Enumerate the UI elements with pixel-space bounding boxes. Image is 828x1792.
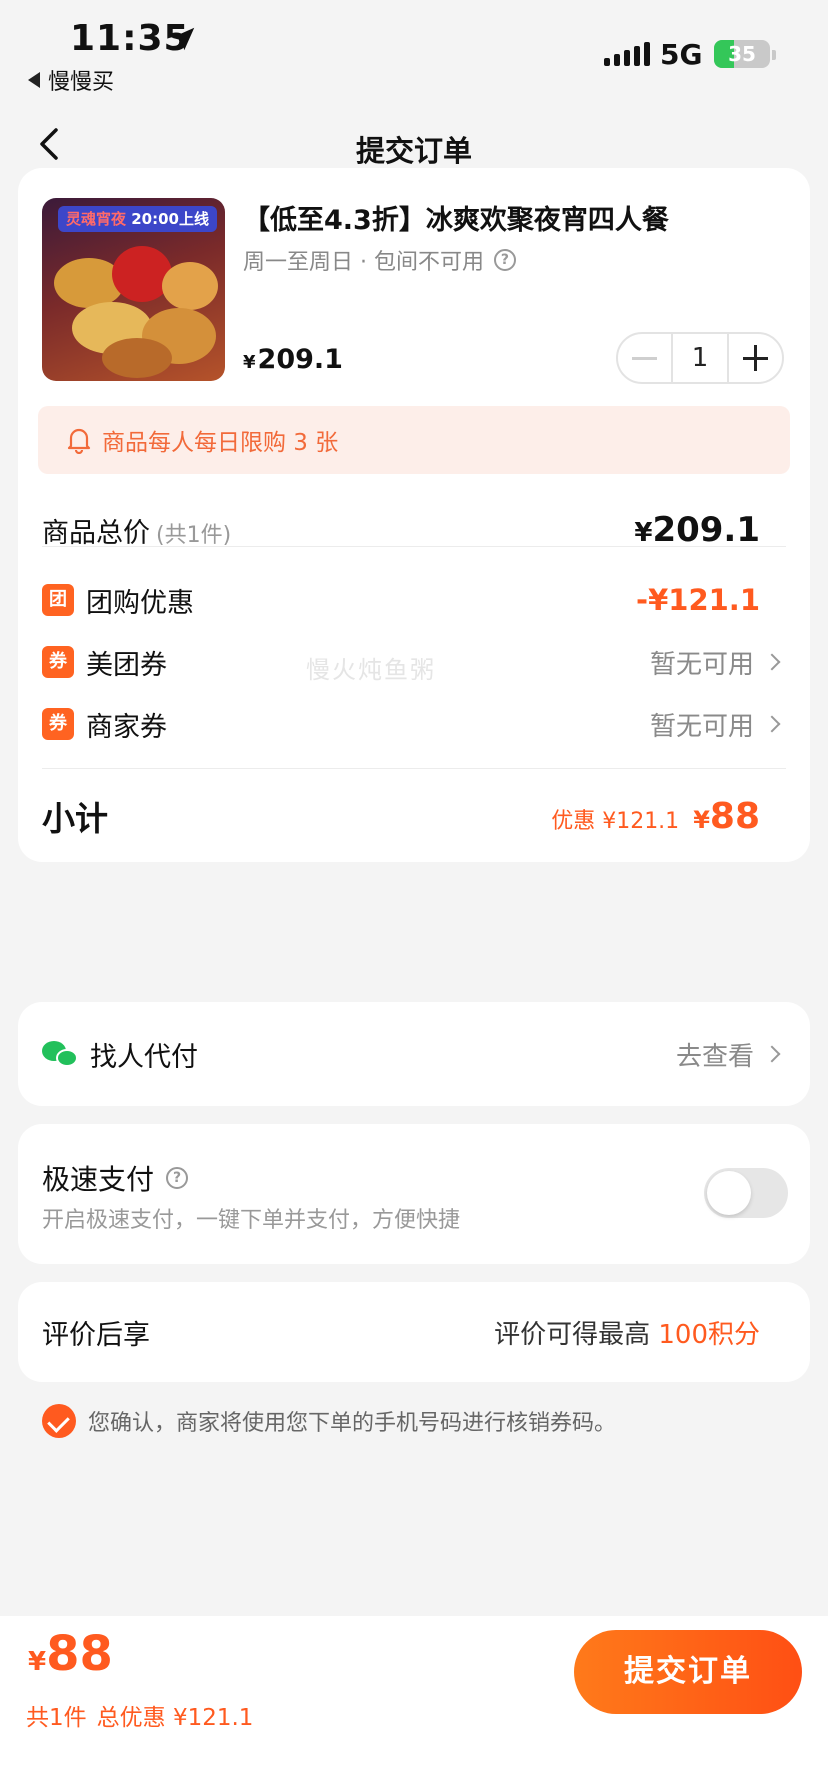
product-availability: 周一至周日 · 包间不可用 [243,250,484,275]
back-triangle-icon [28,72,40,88]
confirm-text: 您确认，商家将使用您下单的手机号码进行核销券码。 [88,1411,617,1436]
submit-order-button[interactable]: 提交订单 [574,1630,802,1714]
product-title: 【低至4.3折】冰爽欢聚夜宵四人餐 [243,205,669,236]
network-type: 5G [660,38,703,71]
merchant-coupon-label: 商家券 [86,711,167,743]
bottom-bar: ¥88 共1件 总优惠 ¥121.1 提交订单 [0,1616,828,1792]
total-discount: 总优惠 ¥121.1 [96,1705,254,1731]
limit-text: 商品每人每日限购 3 张 [102,430,339,456]
quantity-value[interactable]: 1 [671,334,729,382]
coupon-badge-icon: 券 [42,646,74,678]
back-app-label: 慢慢买 [48,70,115,95]
subtotal-label: 小计 [42,799,108,838]
pay-for-me-card[interactable]: 找人代付 去查看 [18,1002,810,1106]
subtotal-row: 小计 优惠 ¥121.1 ¥88 [42,788,786,844]
confirm-agreement[interactable]: 您确认，商家将使用您下单的手机号码进行核销券码。 [42,1404,616,1438]
discount-row-group: 团 团购优惠 -¥121.1 [42,572,786,628]
total-row: 商品总价 (共1件) ¥209.1 [42,504,786,556]
fast-pay-description: 开启极速支付，一键下单并支付，方便快捷 [42,1208,461,1233]
subtotal-value: ¥88 [693,795,760,837]
review-reward: 评价可得最高 100积分 [494,1319,760,1350]
merchant-coupon-status: 暂无可用 [649,711,754,742]
battery-level: 35 [728,42,756,66]
pay-for-me-action: 去查看 [675,1041,754,1072]
total-label: 商品总价 (共1件) [42,517,232,549]
chevron-right-icon [763,1045,781,1063]
purchase-limit-notice: 商品每人每日限购 3 张 [38,406,790,474]
pay-for-me-label: 找人代付 [90,1041,198,1073]
fast-pay-toggle[interactable] [704,1168,788,1218]
page-title: 提交订单 [355,134,472,168]
review-card: 评价后享 评价可得最高 100积分 [18,1282,810,1382]
group-discount-label: 团购优惠 [86,587,194,619]
product-subtitle: 周一至周日 · 包间不可用 ? [243,244,516,276]
chevron-right-icon [763,715,781,733]
order-meta: 共1件 总优惠 ¥121.1 [26,1698,253,1732]
fast-pay-title: 极速支付 ? [42,1158,189,1198]
quantity-stepper: 1 [616,332,784,384]
product-price: ¥209.1 [243,344,343,375]
location-arrow-icon [171,27,195,51]
payable-amount: ¥88 [28,1626,113,1682]
order-card: 灵魂宵夜 20:00上线 【低至4.3折】冰爽欢聚夜宵四人餐 周一至周日 · 包… [18,168,810,862]
toggle-knob [707,1171,751,1215]
watermark: 慢火炖鱼粥 [306,656,436,684]
product-image[interactable]: 灵魂宵夜 20:00上线 [42,198,225,381]
bell-icon [67,428,91,454]
image-banner: 灵魂宵夜 20:00上线 [58,206,217,232]
signal-icon [604,42,650,66]
wechat-icon [42,1039,78,1069]
coupon-row-merchant[interactable]: 券 商家券 暂无可用 [42,696,786,752]
coupon-badge-icon: 券 [42,708,74,740]
meituan-coupon-label: 美团券 [86,649,167,681]
group-discount-badge-icon: 团 [42,584,74,616]
subtotal-discount: 优惠 ¥121.1 [551,808,680,834]
divider [42,546,786,547]
battery-cap [772,50,776,60]
fast-pay-card: 极速支付 ? 开启极速支付，一键下单并支付，方便快捷 [18,1124,810,1264]
status-bar: 11:35 慢慢买 5G 35 [0,0,828,100]
battery-icon: 35 [714,40,770,68]
group-discount-value: -¥121.1 [636,583,760,617]
question-circle-icon[interactable]: ? [493,249,516,271]
divider [42,768,786,769]
chevron-right-icon [763,653,781,671]
review-label: 评价后享 [42,1319,150,1351]
item-count: 共1件 [26,1705,87,1731]
total-value: ¥209.1 [634,510,760,550]
meituan-coupon-status: 暂无可用 [649,649,754,680]
back-to-app[interactable]: 慢慢买 [28,64,114,96]
increase-button[interactable] [729,334,782,382]
check-circle-icon[interactable] [42,1404,76,1438]
question-circle-icon[interactable]: ? [166,1167,189,1189]
decrease-button[interactable] [618,334,671,382]
